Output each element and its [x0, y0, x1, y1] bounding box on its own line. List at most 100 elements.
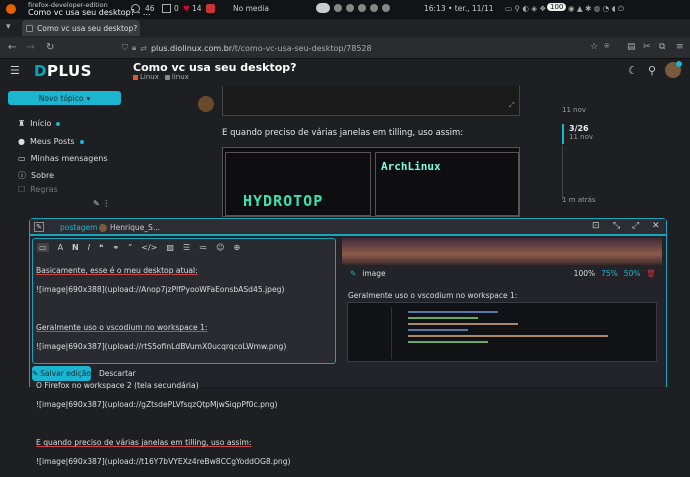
- timeline-position-date: 11 nov: [569, 133, 593, 141]
- options-icon[interactable]: ⊕: [233, 243, 240, 252]
- upload-image-icon[interactable]: ▨: [166, 243, 174, 252]
- reply-to-link[interactable]: postagem 3: [60, 223, 105, 232]
- bold-icon[interactable]: N: [72, 243, 79, 252]
- post-image-previous[interactable]: [222, 86, 520, 116]
- post-text: E quando preciso de várias janelas em ti…: [222, 128, 464, 138]
- save-edit-button[interactable]: ✎ Salvar edição: [32, 366, 91, 381]
- zoom-100[interactable]: 100%: [574, 269, 595, 278]
- sidebar-item-label: Início: [30, 119, 52, 128]
- preview-file-tree: [352, 307, 392, 359]
- site-header: [0, 60, 690, 86]
- url-path: /t/como-vc-usa-seu-desktop/78528: [232, 43, 372, 53]
- editor-line: E quando preciso de várias janelas em ti…: [36, 438, 252, 448]
- link-icon[interactable]: ⚭: [112, 243, 119, 252]
- emoji-icon[interactable]: ☺: [216, 243, 224, 252]
- favicon-icon: [26, 24, 33, 32]
- blockquote-icon[interactable]: ”: [128, 243, 132, 252]
- trash-icon[interactable]: 🗑︎: [646, 269, 656, 278]
- format-icon[interactable]: A: [58, 243, 63, 252]
- pencil-icon: ✎: [32, 369, 39, 378]
- sidebar-item-sobre[interactable]: ⓘ Sobre: [18, 170, 54, 181]
- bookmark-star-icon[interactable]: ☆: [590, 42, 598, 52]
- timeline-date-top[interactable]: 11 nov: [562, 106, 586, 114]
- save-label: Salvar edição: [40, 369, 92, 378]
- unread-dot: [79, 139, 84, 144]
- category-linux[interactable]: Linux: [133, 73, 159, 81]
- reader-icon[interactable]: ▤: [627, 42, 636, 52]
- workspace-3[interactable]: [346, 4, 354, 12]
- timeline-last[interactable]: 1 m atrás: [562, 196, 596, 204]
- workspace-4[interactable]: [358, 4, 366, 12]
- inbox-icon: ▭: [18, 154, 26, 163]
- list-icon[interactable]: ☰: [183, 243, 190, 252]
- forward-icon[interactable]: →: [26, 42, 34, 53]
- tray-icons[interactable]: ▭ ⚲ ◐ ◈ ❖: [505, 4, 546, 13]
- editor-toolbar: ▭ A N I ❝ ⚭ ” </> ▨ ☰ ≔ ☺ ⊕: [34, 240, 334, 254]
- italic-icon[interactable]: I: [88, 243, 90, 252]
- markdown-toggle-icon[interactable]: ▭: [37, 242, 49, 252]
- zoom-50[interactable]: 50%: [624, 269, 641, 278]
- heart-icon: ♥: [183, 4, 190, 13]
- dark-mode-icon[interactable]: ☾: [628, 64, 638, 77]
- sidebar-edit-icons[interactable]: ✎ ⋮: [93, 199, 110, 208]
- status-icons[interactable]: ◉ ▲ ✱ ◍ ◔ ◖ ⏻: [568, 4, 624, 14]
- workspace-1[interactable]: [316, 3, 330, 13]
- tab-list-icon[interactable]: ▾: [6, 22, 11, 32]
- sidebar-item-regras[interactable]: ☐ Regras: [18, 185, 58, 194]
- clock[interactable]: 16:13 • ter., 11/11: [424, 4, 494, 13]
- preview-toggle-icon[interactable]: ⊡: [592, 221, 600, 231]
- extensions-icon[interactable]: ⧉: [659, 42, 665, 52]
- workspace-5[interactable]: [370, 4, 378, 12]
- sidebar-item-label: Minhas mensagens: [30, 154, 108, 163]
- home-icon: ♜: [18, 119, 26, 128]
- timeline-handle[interactable]: [562, 124, 564, 144]
- ordered-list-icon[interactable]: ≔: [199, 243, 207, 252]
- workspace-dots[interactable]: [316, 3, 390, 13]
- quote-icon[interactable]: ❝: [99, 243, 103, 252]
- sidebar-item-inicio[interactable]: ♜ Início: [18, 119, 61, 128]
- reload-icon[interactable]: ↻: [46, 42, 54, 53]
- post-screenshot-image[interactable]: HYDROTOP ArchLinux: [222, 147, 520, 217]
- sidebar-item-mensagens[interactable]: ▭ Minhas mensagens: [18, 154, 108, 163]
- archlinux-banner: ArchLinux: [381, 160, 441, 173]
- workspace-6[interactable]: [382, 4, 390, 12]
- rules-icon: ☐: [18, 185, 26, 194]
- close-icon[interactable]: ✕: [652, 221, 660, 231]
- menu-icon[interactable]: ≡: [676, 42, 684, 52]
- zoom-75[interactable]: 75%: [601, 269, 618, 278]
- editor-line: ![image|690x387](upload://rtS5ofinLdBVum…: [36, 342, 287, 352]
- url-field[interactable]: ⛉ 🔒︎ ⇄ plus.diolinux.com.br/t/como-vc-us…: [122, 41, 582, 55]
- discard-button[interactable]: Descartar: [99, 366, 136, 381]
- preview-code-line: [408, 311, 498, 313]
- back-icon[interactable]: ←: [8, 42, 16, 53]
- minimize-icon[interactable]: ⤡: [613, 221, 620, 231]
- preview-text: Geralmente uso o vscodium no workspace 1…: [348, 291, 518, 300]
- user-icon: ●: [18, 137, 25, 146]
- author-avatar[interactable]: [198, 96, 214, 112]
- notification-badge: [676, 61, 682, 67]
- notification-icon: [206, 4, 215, 13]
- category-color-swatch: [133, 74, 138, 80]
- edit-image-icon[interactable]: ✎: [350, 269, 356, 278]
- workspace-2[interactable]: [334, 4, 342, 12]
- code-icon[interactable]: </>: [141, 243, 157, 252]
- new-topic-button[interactable]: Novo tópico ▾: [8, 91, 121, 105]
- screenshot-icon[interactable]: ✂: [643, 42, 651, 52]
- preview-code-line: [408, 341, 488, 343]
- url-host: plus.diolinux.com.br: [150, 43, 233, 53]
- category-label: Linux: [140, 73, 159, 81]
- composer-user-name: Henrique_S...: [110, 223, 160, 232]
- fullscreen-icon[interactable]: ⤢: [632, 221, 639, 231]
- hamburger-icon[interactable]: ☰: [10, 64, 20, 77]
- browser-tab[interactable]: Como vc usa seu desktop?: [22, 20, 140, 36]
- pocket-icon[interactable]: ⍟: [604, 42, 609, 52]
- expand-image-icon[interactable]: ⤢: [509, 101, 515, 110]
- search-icon[interactable]: ⚲: [648, 64, 656, 77]
- sidebar-item-meus-posts[interactable]: ● Meus Posts: [18, 137, 84, 146]
- site-logo[interactable]: DPLUS: [34, 62, 92, 80]
- tag-linux[interactable]: linux: [164, 73, 189, 81]
- composer-user-avatar: [99, 224, 107, 232]
- image-alt-label[interactable]: image: [362, 269, 385, 278]
